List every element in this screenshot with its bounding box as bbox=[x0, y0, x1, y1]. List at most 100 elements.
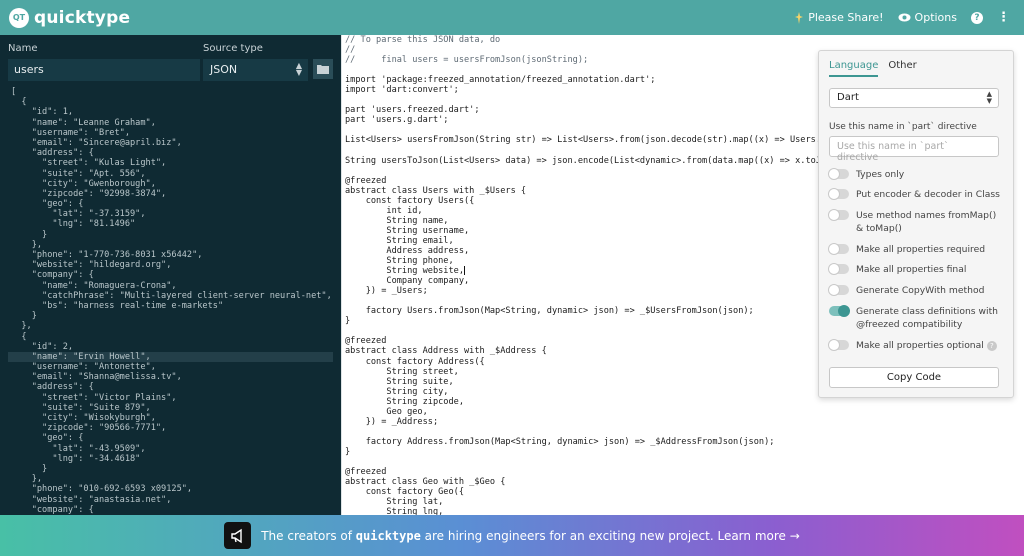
tab-other[interactable]: Other bbox=[888, 60, 916, 77]
tab-language[interactable]: Language bbox=[829, 60, 879, 77]
json-line: "company": { bbox=[11, 270, 94, 281]
toggle-switch[interactable] bbox=[828, 243, 849, 255]
help-icon[interactable]: ? bbox=[971, 11, 983, 24]
code-line: String city, bbox=[345, 386, 449, 397]
code-line: part 'users.g.dart'; bbox=[345, 115, 449, 126]
option-row[interactable]: Make all properties required bbox=[828, 243, 1005, 256]
folder-button[interactable] bbox=[313, 59, 333, 79]
option-label: Types only bbox=[856, 168, 904, 181]
language-select[interactable]: Dart ▲ ▼ bbox=[829, 88, 999, 108]
code-line: Company company, bbox=[345, 276, 470, 287]
option-label: Use method names fromMap() & toMap() bbox=[856, 209, 1005, 235]
code-line: Geo geo, bbox=[345, 406, 428, 417]
code-output: // To parse this JSON data, do//// final… bbox=[345, 35, 821, 515]
json-line: "username": "Bret", bbox=[11, 127, 130, 138]
json-line: "email": "Sincere@april.biz", bbox=[11, 137, 182, 148]
part-directive-input[interactable]: Use this name in `part` directive bbox=[829, 136, 999, 163]
option-label-text: Make all properties optional bbox=[856, 340, 984, 351]
code-line: String street, bbox=[345, 366, 459, 377]
option-label-text: Make all properties final bbox=[856, 264, 967, 275]
json-line: "id": 2, bbox=[11, 341, 74, 352]
code-line: part 'users.freezed.dart'; bbox=[345, 105, 480, 116]
json-line: "suite": "Apt. 556", bbox=[11, 168, 146, 179]
option-row[interactable]: Generate CopyWith method bbox=[828, 284, 1005, 297]
options-button[interactable]: Options bbox=[898, 11, 957, 24]
code-line: String lat, bbox=[345, 497, 444, 508]
code-line: String suite, bbox=[345, 376, 454, 387]
json-line: "zipcode": "90566-7771", bbox=[11, 423, 167, 434]
code-line: // final users = usersFromJson(jsonStrin… bbox=[345, 55, 589, 66]
json-line: "geo": { bbox=[11, 199, 84, 210]
eye-icon bbox=[898, 13, 911, 22]
json-line: { bbox=[11, 331, 27, 342]
options-label: Options bbox=[914, 11, 957, 24]
option-label: Generate class definitions with @freezed… bbox=[856, 305, 1005, 331]
json-line: "city": "Wisokyburgh", bbox=[11, 413, 156, 423]
code-line: Address address, bbox=[345, 245, 470, 256]
json-line: "id": 1, bbox=[11, 107, 74, 118]
json-line: { bbox=[11, 97, 27, 108]
toggle-knob bbox=[828, 168, 840, 180]
option-row[interactable]: Types only bbox=[828, 168, 1005, 181]
help-icon[interactable]: ? bbox=[986, 340, 997, 351]
part-directive-label: Use this name in `part` directive bbox=[829, 122, 977, 132]
hiring-banner[interactable]: The creators of quicktype are hiring eng… bbox=[0, 515, 1024, 556]
json-line: }, bbox=[11, 474, 43, 485]
toggle-switch[interactable] bbox=[829, 305, 850, 317]
code-line: import 'package:freezed_annotation/freez… bbox=[345, 75, 656, 86]
json-line: "phone": "010-692-6593 x09125", bbox=[11, 484, 193, 495]
option-label: Generate CopyWith method bbox=[856, 284, 984, 297]
json-line: "city": "Gwenborough", bbox=[11, 178, 156, 189]
option-row[interactable]: Make all properties optional? bbox=[828, 339, 1005, 352]
code-line: abstract class Address with _$Address { bbox=[345, 346, 547, 357]
name-label: Name bbox=[8, 43, 38, 54]
option-row[interactable]: Put encoder & decoder in Class bbox=[828, 188, 1005, 201]
text-cursor bbox=[464, 266, 465, 276]
toggle-switch[interactable] bbox=[828, 188, 849, 200]
code-line: @freezed bbox=[345, 175, 387, 186]
copy-code-button[interactable]: Copy Code bbox=[829, 367, 999, 388]
json-line: "lng": "81.1496" bbox=[11, 219, 136, 230]
option-row[interactable]: Use method names fromMap() & toMap() bbox=[828, 209, 1005, 235]
json-line: }, bbox=[11, 321, 32, 332]
code-line: String phone, bbox=[345, 256, 454, 267]
logo[interactable]: QT quicktype bbox=[9, 7, 131, 28]
option-label-text: Make all properties required bbox=[856, 244, 986, 255]
share-button[interactable]: Please Share! bbox=[794, 11, 884, 24]
json-line: "street": "Kulas Light", bbox=[11, 158, 167, 169]
toggle-switch[interactable] bbox=[828, 263, 849, 275]
code-line: String email, bbox=[345, 235, 454, 246]
json-line: "street": "Victor Plains", bbox=[11, 392, 177, 403]
code-line: }) = _Address; bbox=[345, 416, 439, 427]
option-label-text: Use method names fromMap() & toMap() bbox=[856, 210, 997, 234]
code-line: import 'dart:convert'; bbox=[345, 85, 459, 96]
json-line: "lng": "-34.4618" bbox=[11, 453, 141, 464]
json-editor[interactable]: [ { "id": 1, "name": "Leanne Graham", "u… bbox=[0, 87, 341, 515]
code-line: String name, bbox=[345, 215, 449, 226]
source-type-select[interactable]: JSON ▲ ▼ bbox=[203, 59, 308, 81]
share-label: Please Share! bbox=[808, 11, 884, 24]
toggle-switch[interactable] bbox=[828, 339, 849, 351]
code-line: @freezed bbox=[345, 467, 387, 478]
code-line: const factory Users({ bbox=[345, 195, 475, 206]
toggle-knob bbox=[828, 339, 840, 351]
language-value: Dart bbox=[837, 92, 859, 103]
logo-text: quicktype bbox=[34, 7, 131, 28]
toggle-switch[interactable] bbox=[828, 168, 849, 180]
json-line: "zipcode": "92998-3874", bbox=[11, 188, 167, 199]
option-label-text: Put encoder & decoder in Class bbox=[856, 189, 1000, 200]
toggle-switch[interactable] bbox=[828, 209, 849, 221]
option-row[interactable]: Generate class definitions with @freezed… bbox=[829, 305, 1005, 331]
option-row[interactable]: Make all properties final bbox=[828, 263, 1005, 276]
source-type-value: JSON bbox=[210, 63, 238, 76]
code-line: const factory Geo({ bbox=[345, 487, 464, 498]
option-label: Make all properties required bbox=[856, 243, 985, 256]
banner-text-before: The creators of bbox=[261, 528, 356, 543]
toggle-switch[interactable] bbox=[828, 284, 849, 296]
select-arrows-icon: ▲ ▼ bbox=[295, 61, 302, 77]
menu-icon[interactable]: ⋮ bbox=[997, 10, 1010, 25]
toggle-knob bbox=[838, 305, 850, 317]
name-input[interactable]: users bbox=[8, 59, 200, 81]
